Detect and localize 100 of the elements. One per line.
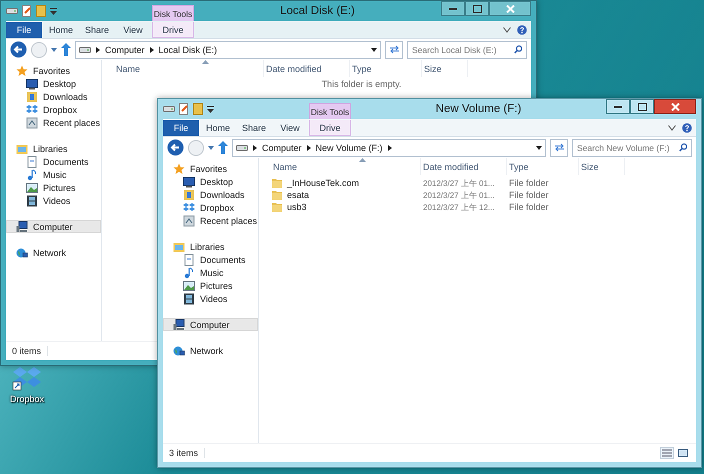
file-name[interactable]: esata bbox=[287, 190, 310, 200]
search-icon[interactable] bbox=[514, 45, 522, 54]
ribbon-tab[interactable]: Home bbox=[201, 120, 235, 136]
close-button[interactable] bbox=[654, 99, 696, 114]
nav-item[interactable]: Network bbox=[163, 344, 258, 357]
address-bar[interactable]: Computer New Volume (F:) bbox=[232, 138, 546, 156]
column-header[interactable]: Date modified bbox=[421, 158, 507, 175]
recent-locations-icon[interactable] bbox=[208, 146, 214, 150]
ribbon-tab[interactable]: Drive bbox=[309, 120, 351, 136]
file-type: File folder bbox=[508, 178, 550, 188]
nav-item[interactable]: Documents bbox=[163, 253, 258, 266]
contextual-tab-group: Disk Tools bbox=[309, 103, 351, 119]
document-icon bbox=[183, 254, 195, 266]
computer-icon bbox=[16, 220, 28, 232]
minimize-button[interactable] bbox=[606, 99, 630, 114]
drive-icon bbox=[79, 46, 91, 54]
nav-item[interactable]: Dropbox bbox=[6, 103, 101, 116]
refresh-icon bbox=[388, 45, 400, 54]
nav-item[interactable]: Downloads bbox=[6, 90, 101, 103]
nav-item[interactable]: Favorites bbox=[163, 162, 258, 175]
box-icon bbox=[183, 202, 195, 214]
chevron-icon[interactable] bbox=[150, 46, 154, 52]
date-modified: 2012/3/27 上午 01... bbox=[422, 178, 496, 188]
back-button[interactable] bbox=[167, 139, 184, 156]
nav-item[interactable]: Documents bbox=[6, 155, 101, 168]
nav-item[interactable]: Videos bbox=[6, 194, 101, 207]
folder-icon bbox=[271, 177, 283, 189]
nav-item[interactable]: Downloads bbox=[163, 188, 258, 201]
dropdown-icon[interactable] bbox=[371, 48, 377, 52]
up-arrow-icon[interactable] bbox=[218, 141, 228, 154]
folder-icon bbox=[16, 142, 28, 154]
expand-ribbon-icon[interactable] bbox=[668, 124, 676, 130]
column-header[interactable]: Size bbox=[579, 158, 625, 175]
search-field[interactable]: Search New Volume (F:) bbox=[572, 138, 692, 156]
nav-item[interactable]: Favorites bbox=[6, 64, 101, 77]
recent-places-icon bbox=[26, 116, 38, 128]
box-icon bbox=[26, 104, 38, 116]
window-title: Local Disk (E:) bbox=[280, 5, 355, 17]
nav-item[interactable]: Videos bbox=[163, 292, 258, 305]
drive-icon[interactable] bbox=[163, 105, 175, 113]
file-type: File folder bbox=[508, 190, 550, 200]
nav-item[interactable]: Pictures bbox=[163, 279, 258, 292]
chevron-icon[interactable] bbox=[253, 144, 257, 150]
chevron-icon[interactable] bbox=[388, 144, 392, 150]
recent-places-icon bbox=[183, 214, 195, 226]
large-icons-view-button[interactable] bbox=[676, 447, 690, 459]
breadcrumb-item[interactable]: New Volume (F:) bbox=[316, 142, 383, 152]
properties-icon[interactable] bbox=[179, 103, 189, 115]
minimize-icon bbox=[614, 106, 622, 108]
folder-icon bbox=[26, 90, 38, 102]
contextual-tab-group: Disk Tools bbox=[152, 5, 194, 21]
file-type: File folder bbox=[508, 202, 550, 212]
nav-item[interactable]: Music bbox=[6, 168, 101, 181]
monitor-icon bbox=[183, 176, 195, 188]
nav-item[interactable]: Libraries bbox=[6, 142, 101, 155]
nav-item[interactable]: Dropbox bbox=[163, 201, 258, 214]
file-name[interactable]: _InHouseTek.com bbox=[287, 178, 360, 188]
nav-item[interactable]: Computer bbox=[6, 220, 101, 233]
folder-icon bbox=[271, 189, 283, 201]
nav-item[interactable]: Desktop bbox=[163, 175, 258, 188]
ribbon-tab[interactable]: File bbox=[163, 120, 199, 136]
computer-icon bbox=[173, 318, 185, 330]
maximize-icon bbox=[638, 102, 646, 110]
details-view-button[interactable] bbox=[660, 447, 674, 459]
sort-arrow-icon bbox=[202, 60, 209, 64]
breadcrumb-item[interactable]: Local Disk (E:) bbox=[158, 44, 218, 54]
column-header[interactable]: Type bbox=[507, 158, 579, 175]
breadcrumb-item[interactable]: Computer bbox=[105, 44, 145, 54]
nav-item[interactable]: Recent places bbox=[6, 116, 101, 129]
dropdown-icon[interactable] bbox=[207, 106, 214, 112]
picture-icon bbox=[26, 182, 38, 194]
search-icon[interactable] bbox=[678, 143, 687, 152]
refresh-button[interactable] bbox=[550, 138, 568, 156]
column-header[interactable]: Name bbox=[271, 158, 421, 175]
chevron-icon[interactable] bbox=[96, 46, 100, 52]
help-icon[interactable] bbox=[682, 122, 692, 132]
nav-item[interactable]: Libraries bbox=[163, 240, 258, 253]
ribbon-tab[interactable]: View bbox=[273, 120, 307, 136]
drive-icon bbox=[236, 144, 248, 152]
file-name[interactable]: usb3 bbox=[287, 202, 307, 212]
star-icon bbox=[173, 162, 185, 174]
nav-item[interactable]: Network bbox=[6, 246, 101, 259]
item-count: 0 items bbox=[12, 346, 48, 356]
nav-item[interactable]: Computer bbox=[163, 318, 258, 331]
close-icon bbox=[670, 102, 680, 110]
chevron-icon[interactable] bbox=[306, 144, 311, 150]
nav-item[interactable]: Pictures bbox=[6, 181, 101, 194]
maximize-button[interactable] bbox=[630, 99, 654, 114]
breadcrumb-item[interactable]: Computer bbox=[262, 142, 302, 152]
music-note-icon bbox=[26, 168, 38, 180]
folder-icon bbox=[183, 188, 195, 200]
nav-item[interactable]: Music bbox=[163, 266, 258, 279]
dropbox-shortcut-icon[interactable] bbox=[12, 366, 42, 392]
ribbon-tab[interactable]: Share bbox=[237, 120, 271, 136]
window-title: New Volume (F:) bbox=[436, 103, 522, 115]
folder-icon bbox=[271, 201, 283, 213]
nav-item[interactable]: Desktop bbox=[6, 77, 101, 90]
dropdown-icon[interactable] bbox=[536, 146, 542, 150]
minimize-icon bbox=[449, 8, 457, 10]
nav-item[interactable]: Recent places bbox=[163, 214, 258, 227]
